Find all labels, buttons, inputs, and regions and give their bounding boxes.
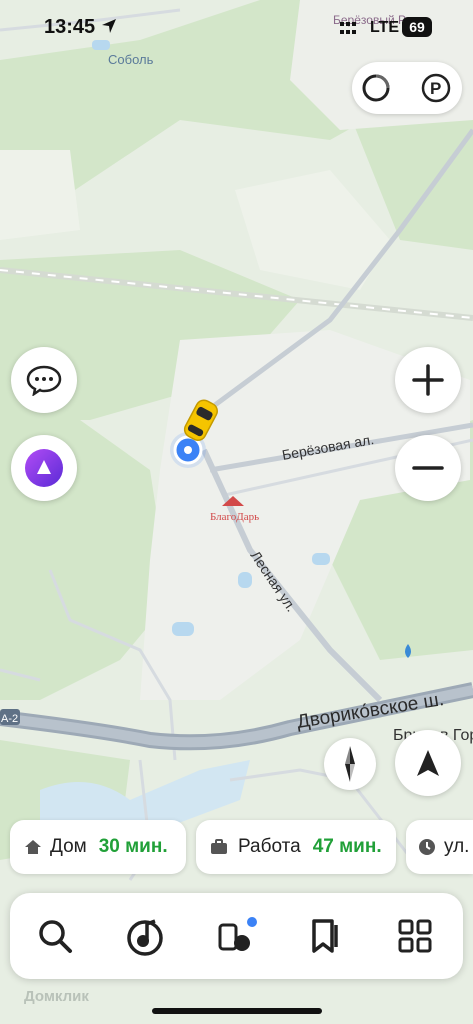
battery-indicator: 69 [402,17,432,37]
highway-shield: А-2 [0,709,20,725]
tab-search[interactable] [32,913,78,959]
alice-icon [25,449,63,487]
svg-text:А-2: А-2 [1,713,18,725]
shortcut-work-label: Работа [238,836,301,857]
zoom-in-button[interactable] [395,347,461,413]
pond [172,622,194,636]
tab-services[interactable] [392,913,438,959]
parking-icon[interactable]: P [420,72,452,104]
status-bar: 13:45 LTE 69 [0,0,473,56]
tab-bookmarks[interactable] [302,913,348,959]
pond [238,572,252,588]
shortcut-home-label: Дом [50,836,87,857]
svg-text:P: P [430,79,441,98]
svg-text:БлагоДарь: БлагоДарь [210,511,259,523]
alice-button[interactable] [11,435,77,501]
chat-button[interactable] [11,347,77,413]
tab-transport[interactable] [214,913,260,959]
network-type: LTE [370,19,400,36]
chat-icon [26,365,62,396]
shortcut-home[interactable]: Дом 30 мин. [10,820,186,874]
signal-icon [340,22,356,34]
services-icon [398,919,432,953]
zoom-out-icon [412,466,444,470]
tab-music[interactable] [122,913,168,959]
briefcase-icon [211,839,227,854]
shortcut-recent[interactable]: ул. [406,820,473,874]
clearing [0,150,80,240]
zoom-in-icon [412,364,444,396]
clock-icon [419,839,435,855]
home-indicator[interactable] [152,1008,322,1014]
pond [312,553,330,565]
shortcut-work[interactable]: Работа 47 мин. [196,820,396,874]
traffic-icon[interactable] [360,72,392,104]
home-icon [25,840,41,854]
search-icon [39,920,72,953]
navigation-arrow-icon [417,750,439,776]
bookmarks-icon [312,919,338,953]
zoom-out-button[interactable] [395,435,461,501]
shortcut-recent-label: ул. [444,836,470,857]
map-layers-pill: P [352,62,462,114]
navigation-button[interactable] [395,730,461,796]
music-icon [127,919,163,956]
compass-icon [345,746,355,782]
bottom-tab-bar [10,893,463,979]
domclick-watermark: Домклик [24,988,89,1005]
compass-button[interactable] [324,738,376,790]
shortcut-home-eta: 30 мин. [98,836,168,857]
transport-icon [218,917,257,951]
status-time: 13:45 [44,16,96,38]
location-services-icon [102,19,116,33]
shortcut-work-eta: 47 мин. [312,836,382,857]
